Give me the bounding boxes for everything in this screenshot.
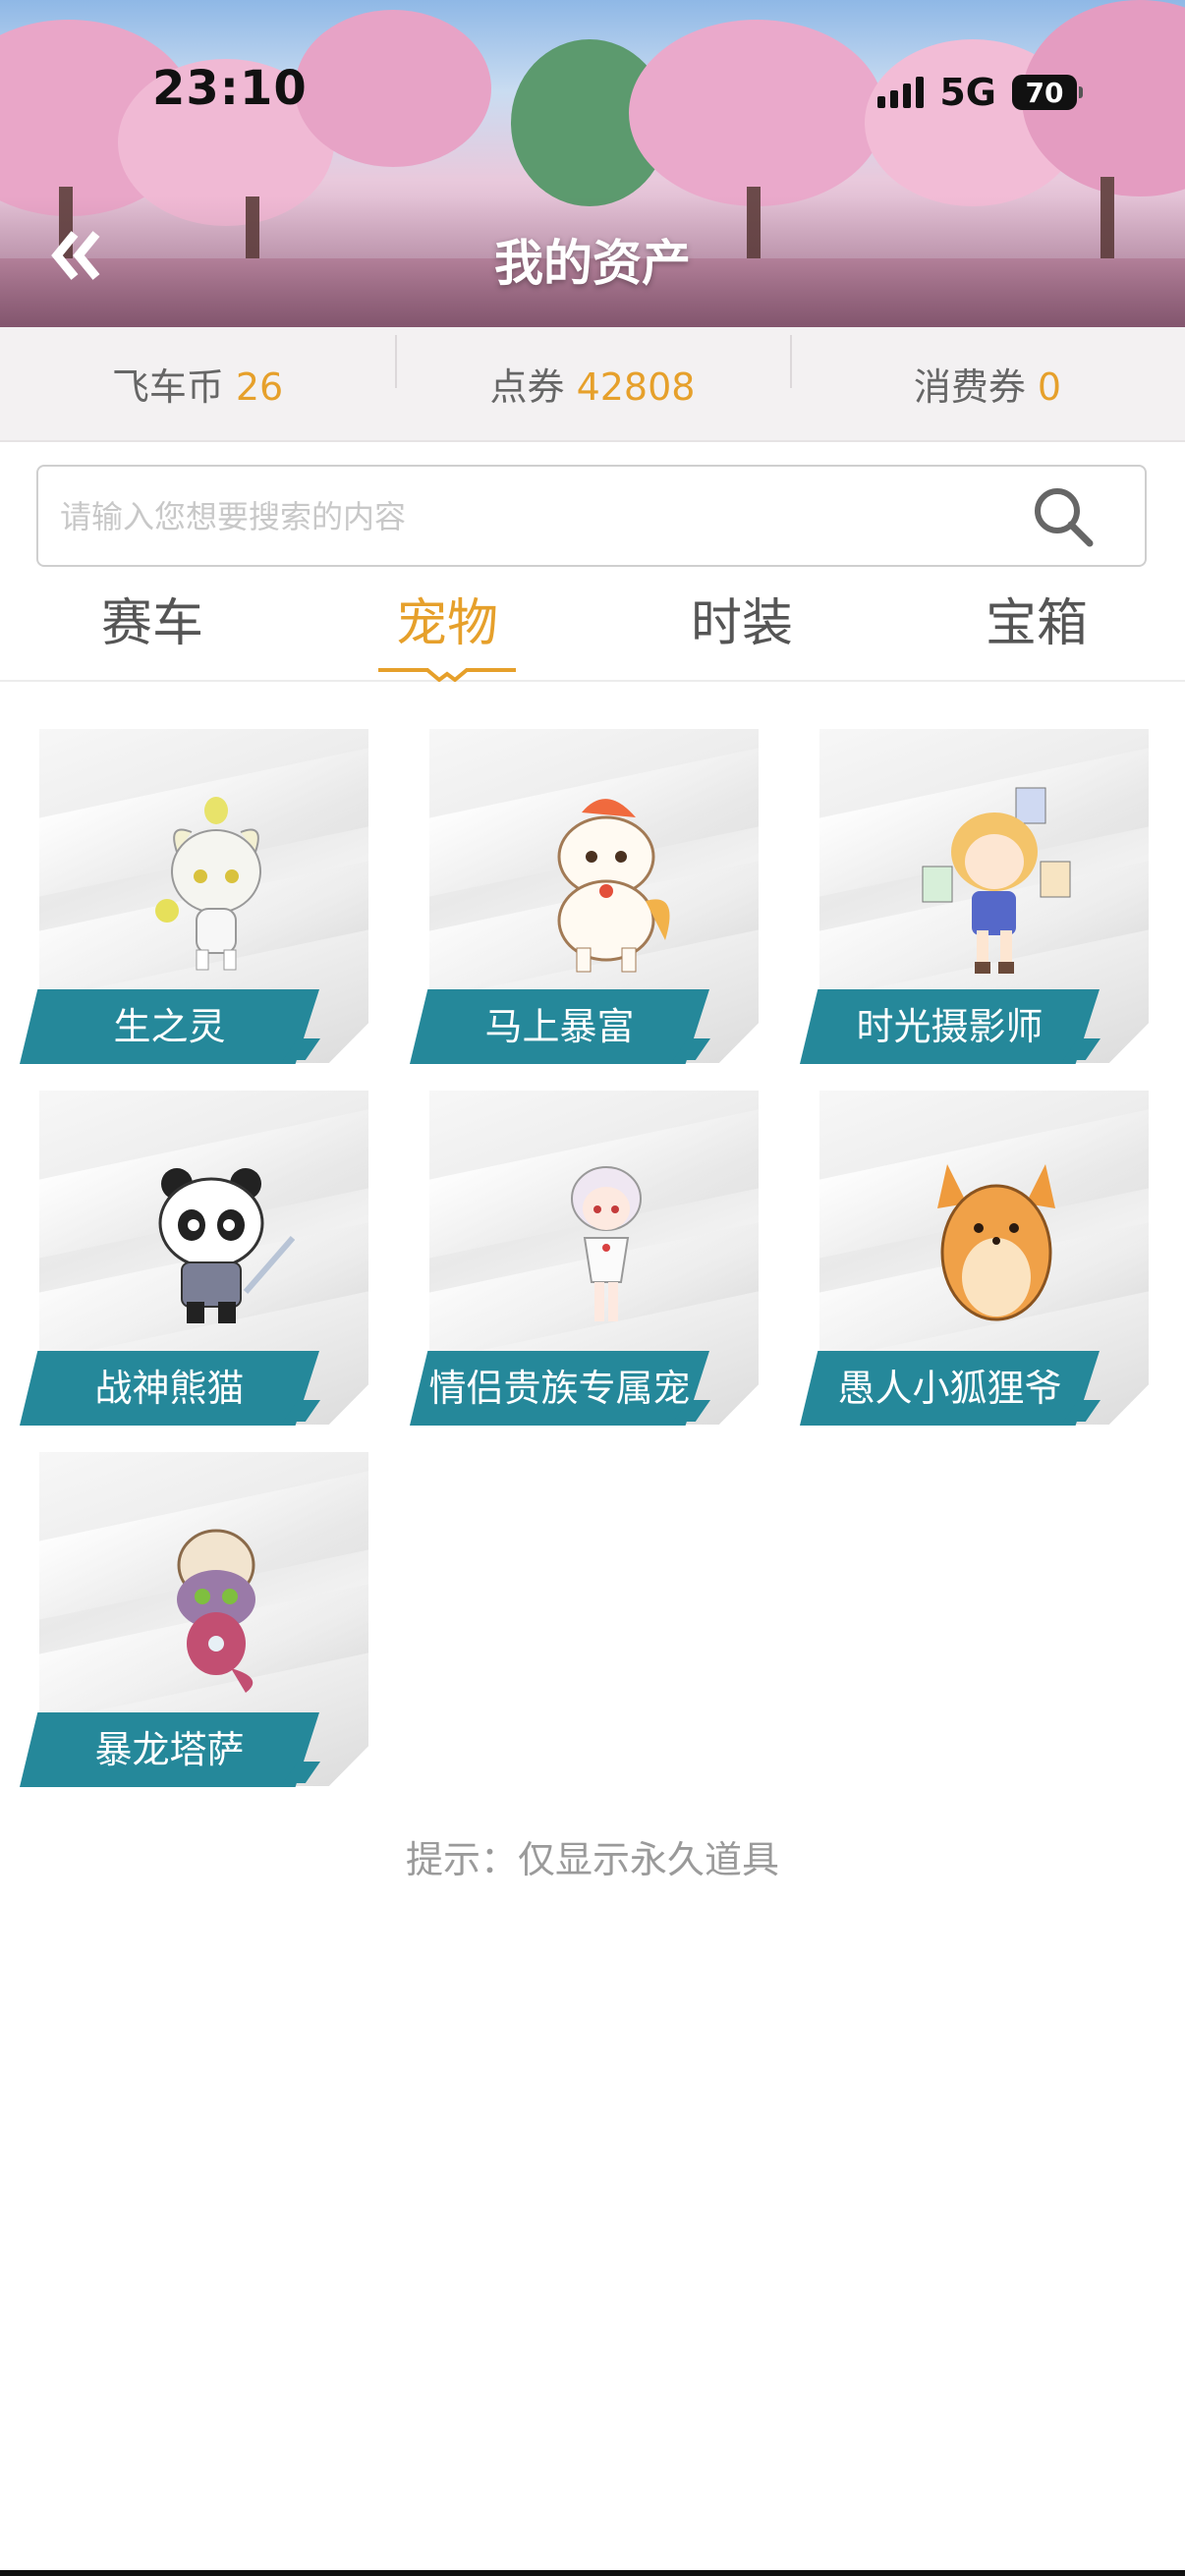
battery-icon: 70 <box>1012 75 1083 110</box>
pet-card-fox[interactable]: 愚人小狐狸爷 <box>800 1091 1173 1429</box>
currency-consume-voucher: 消费券 0 <box>790 335 1185 411</box>
horse-pet-icon <box>557 799 670 973</box>
pet-card-photographer[interactable]: 时光摄影师 <box>800 729 1173 1068</box>
couple-pet-icon <box>571 1166 642 1321</box>
currency-value: 42808 <box>576 365 696 409</box>
pet-name: 情侣贵族专属宠 <box>410 1351 709 1426</box>
pet-card-panda[interactable]: 战神熊猫 <box>20 1091 393 1429</box>
pet-card-horse[interactable]: 马上暴富 <box>410 729 783 1068</box>
search-input[interactable] <box>60 490 993 543</box>
pet-name: 愚人小狐狸爷 <box>800 1351 1100 1426</box>
page-title: 我的资产 <box>494 235 691 292</box>
currency-feiche-coin: 飞车币 26 <box>111 365 284 409</box>
spirit-pet-icon <box>155 797 261 971</box>
currency-bar: 飞车币 26 点券 42808 消费券 0 <box>0 327 1185 442</box>
pet-name: 战神熊猫 <box>20 1351 319 1426</box>
search-box <box>36 465 1147 567</box>
tab-pets[interactable]: 宠物 <box>300 580 594 668</box>
fox-pet-icon <box>937 1164 1055 1321</box>
currency-value: 0 <box>1037 365 1062 409</box>
currency-dianquan: 点券 42808 <box>395 335 790 411</box>
pet-name: 生之灵 <box>20 989 319 1064</box>
pet-name: 时光摄影师 <box>800 989 1100 1064</box>
network-type: 5G <box>939 71 996 114</box>
category-tabs: 赛车 宠物 时装 宝箱 <box>0 580 1185 682</box>
pet-card-spirit[interactable]: 生之灵 <box>20 729 393 1068</box>
dino-pet-icon <box>177 1529 255 1693</box>
hint-text: 提示：仅显示永久道具 <box>405 1838 779 1881</box>
tab-active-indicator <box>378 668 516 682</box>
tab-fashion[interactable]: 时装 <box>594 580 889 668</box>
bottom-edge <box>0 2570 1185 2576</box>
status-indicators: 5G 70 <box>877 71 1083 114</box>
signal-icon <box>877 77 925 108</box>
pet-name: 暴龙塔萨 <box>20 1712 319 1787</box>
currency-value: 26 <box>235 365 284 409</box>
tab-cars[interactable]: 赛车 <box>5 580 300 668</box>
pet-name: 马上暴富 <box>410 989 709 1064</box>
tab-treasure-box[interactable]: 宝箱 <box>889 580 1184 668</box>
photographer-pet-icon <box>922 787 1071 974</box>
pet-card-couple[interactable]: 情侣贵族专属宠 <box>410 1091 783 1429</box>
search-icon[interactable] <box>1031 484 1096 549</box>
panda-pet-icon <box>158 1168 295 1323</box>
status-time: 23:10 <box>152 61 308 116</box>
pet-card-dino[interactable]: 暴龙塔萨 <box>20 1452 393 1791</box>
